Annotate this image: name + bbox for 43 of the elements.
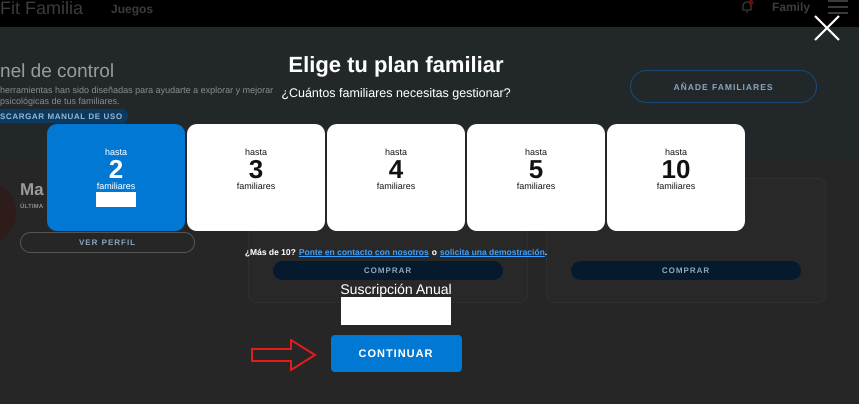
add-family-button[interactable]: AÑADE FAMILIARES — [630, 70, 817, 103]
plan-unit: familiares — [656, 181, 696, 191]
plan-option[interactable]: hasta 5 familiares — [467, 124, 605, 231]
redaction-block — [96, 192, 136, 207]
modal-subtitle: ¿Cuántos familiares necesitas gestionar? — [281, 86, 511, 100]
contact-joiner: o — [432, 247, 437, 257]
plan-prefix: hasta — [384, 147, 408, 157]
plan-count: 2 — [108, 157, 124, 181]
plan-prefix: hasta — [664, 147, 688, 157]
contact-link[interactable]: Ponte en contacto con nosotros — [298, 247, 429, 257]
arrow-icon — [250, 339, 316, 371]
plan-prefix: hasta — [244, 147, 268, 157]
page-heading: nel de control — [0, 61, 116, 83]
description-line: psicológicas de tus familiares. — [0, 96, 121, 106]
plan-prefix: hasta — [524, 147, 548, 157]
plan-option[interactable]: hasta 10 familiares — [607, 124, 745, 231]
plan-unit: familiares — [376, 181, 416, 191]
plan-option[interactable]: hasta 3 familiares — [187, 124, 325, 231]
plan-count: 5 — [528, 157, 544, 181]
profile-name: Ma — [20, 180, 44, 200]
menu-icon[interactable] — [828, 0, 848, 14]
demo-link[interactable]: solicita una demostración — [440, 247, 545, 257]
buy-button[interactable]: COMPRAR — [273, 261, 503, 280]
continue-button[interactable]: CONTINUAR — [330, 335, 462, 372]
subscription-label: Suscripción Anual — [340, 281, 452, 297]
plan-count: 4 — [388, 157, 404, 181]
plan-option[interactable]: hasta 2 familiares — [47, 124, 185, 231]
close-icon[interactable] — [814, 15, 840, 41]
description-line: herramientas han sido diseñadas para ayudarte a explorar y mejorar — [0, 85, 274, 96]
plan-unit: familiares — [96, 181, 136, 191]
view-profile-button[interactable]: VER PERFIL — [20, 232, 195, 253]
download-manual-button[interactable]: SCARGAR MANUAL DE USO — [0, 109, 128, 123]
plan-option[interactable]: hasta 4 familiares — [327, 124, 465, 231]
contact-lead: ¿Más de 10? — [244, 247, 296, 257]
plan-count: 10 — [662, 157, 690, 181]
plan-unit: familiares — [236, 181, 276, 191]
contact-end: . — [544, 247, 548, 257]
bell-icon[interactable] — [740, 0, 754, 14]
buy-button[interactable]: COMPRAR — [571, 261, 801, 280]
plan-prefix: hasta — [104, 147, 128, 157]
plan-unit: familiares — [516, 181, 556, 191]
modal-title: Elige tu plan familiar — [288, 52, 504, 78]
plan-count: 3 — [248, 157, 264, 181]
